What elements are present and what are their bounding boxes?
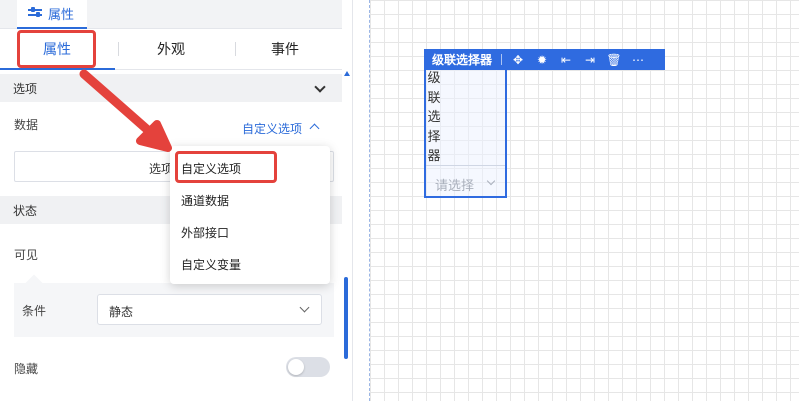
scroll-up-icon[interactable] (344, 71, 350, 76)
panel-header-tab-label: 属性 (48, 8, 75, 23)
options-section-title: 选项 (13, 81, 38, 96)
align-left-icon[interactable]: ⇤ (554, 53, 578, 67)
chevron-down-icon[interactable] (486, 176, 496, 186)
more-icon[interactable]: ⋯ (626, 53, 650, 67)
panel-divider (352, 0, 353, 401)
visible-label: 可见 (14, 248, 39, 262)
annotation-box-custom-options (175, 151, 277, 183)
chevron-down-icon (314, 81, 326, 93)
cascader-label-char: 器 (427, 149, 441, 164)
cascader-label-char: 择 (427, 129, 441, 145)
component-title: 级联选择器 (432, 53, 493, 67)
tab-divider (235, 42, 236, 56)
component-toolbar: 级联选择器 ✥ ✹ ⇤ ⇥ 🗑 ⋯ (424, 49, 665, 70)
dropdown-item-custom-variable[interactable]: 自定义变量 (181, 256, 241, 273)
cascader-label-char: 选 (427, 110, 441, 125)
cascader-input-border (426, 165, 505, 166)
annotation-box-attributes-tab (17, 30, 96, 68)
condition-select[interactable]: 静态 (97, 294, 322, 325)
toolbar-divider (501, 54, 503, 65)
hidden-toggle[interactable] (286, 357, 330, 377)
active-tab-indicator (0, 68, 115, 70)
hidden-label: 隐藏 (14, 362, 39, 376)
sliders-icon (28, 7, 42, 20)
tab-divider (118, 42, 119, 56)
bug-icon[interactable]: ✹ (530, 53, 554, 67)
chevron-down-icon (299, 302, 310, 313)
state-section-title: 状态 (13, 203, 38, 218)
panel-scrollbar[interactable] (344, 277, 348, 359)
cascader-component[interactable]: 级 联 选 择 器 请选择 (424, 70, 507, 198)
dropdown-item-channel-data[interactable]: 通道数据 (181, 192, 229, 209)
data-label: 数据 (14, 118, 39, 132)
toggle-knob (288, 359, 304, 375)
align-right-icon[interactable]: ⇥ (578, 53, 602, 67)
panel-header-tab[interactable]: 属性 (17, 0, 87, 29)
cascader-label: 级 联 选 择 器 (426, 69, 442, 167)
condition-select-value: 静态 (109, 305, 134, 319)
cascader-label-char: 级 (427, 71, 441, 86)
chevron-up-icon[interactable] (309, 123, 320, 134)
move-icon[interactable]: ✥ (506, 53, 530, 67)
trash-icon[interactable]: 🗑 (602, 53, 626, 67)
options-section-header[interactable]: 选项 (0, 74, 342, 102)
data-source-select[interactable]: 自定义选项 (242, 120, 302, 137)
condition-label: 条件 (22, 304, 47, 318)
cascader-label-char: 联 (427, 90, 441, 106)
tab-events[interactable]: 事件 (228, 29, 342, 69)
tab-appearance[interactable]: 外观 (114, 29, 228, 69)
panel-header: 属性 (0, 0, 342, 29)
cascader-placeholder[interactable]: 请选择 (435, 175, 474, 194)
dropdown-item-external-api[interactable]: 外部接口 (181, 224, 229, 241)
